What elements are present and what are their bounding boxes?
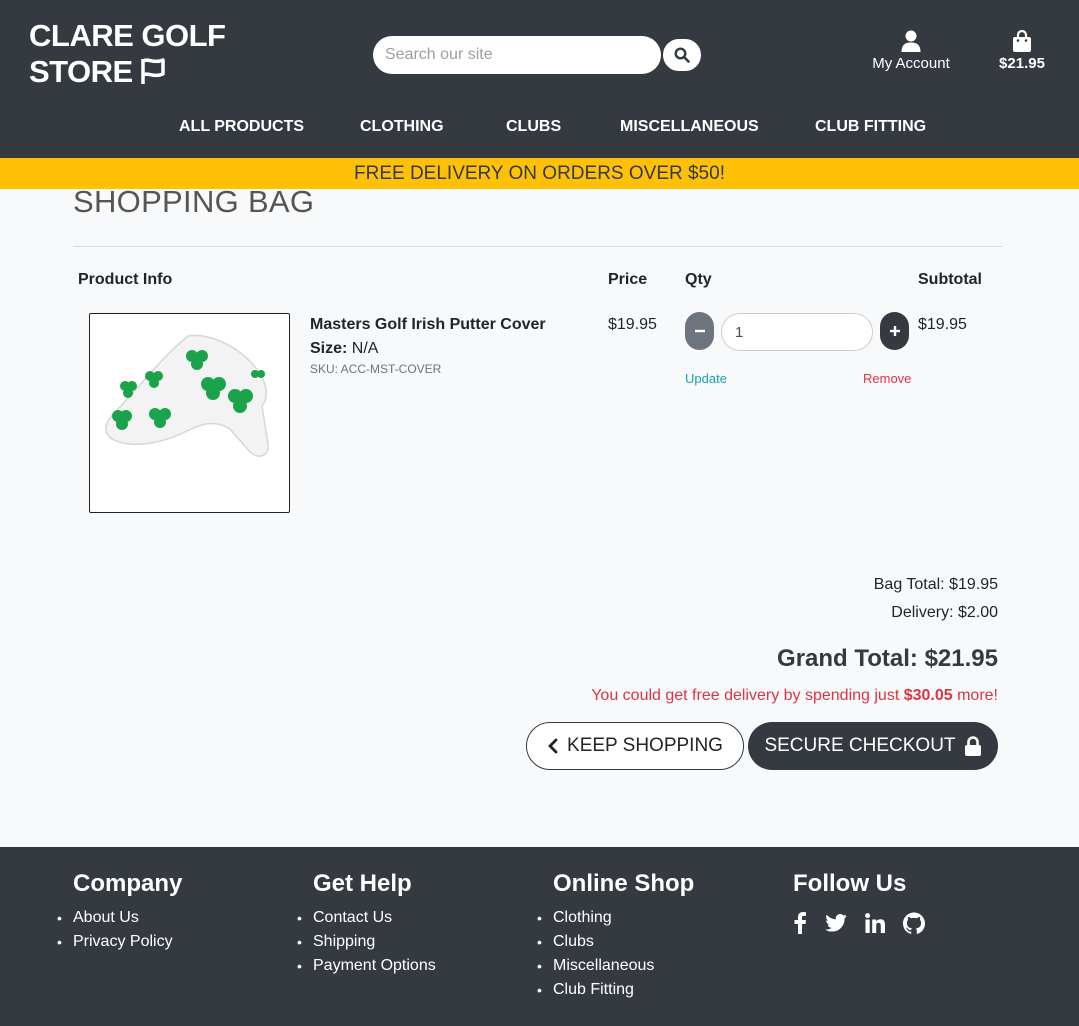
social-links bbox=[793, 912, 925, 934]
chevron-left-icon bbox=[548, 738, 558, 754]
page-title: SHOPPING BAG bbox=[73, 184, 315, 219]
secure-checkout-button[interactable]: SECURE CHECKOUT bbox=[748, 722, 998, 770]
footer-link-contact-us[interactable]: Contact Us bbox=[297, 906, 436, 930]
free-msg-amount: $30.05 bbox=[903, 687, 953, 704]
remove-link[interactable]: Remove bbox=[863, 371, 911, 386]
keep-shopping-label: KEEP SHOPPING bbox=[567, 735, 723, 756]
size-value: N/A bbox=[347, 340, 379, 357]
free-msg-suffix: more! bbox=[952, 687, 998, 704]
footer-link-about-us[interactable]: About Us bbox=[57, 906, 182, 930]
bag-total: Bag Total: $19.95 bbox=[873, 576, 998, 593]
facebook-icon[interactable] bbox=[793, 912, 807, 934]
my-account-link[interactable]: My Account bbox=[866, 30, 956, 72]
decrement-qty-button[interactable] bbox=[685, 312, 714, 350]
footer-shop: Online Shop Clothing Clubs Miscellaneous… bbox=[537, 870, 695, 1002]
divider bbox=[73, 246, 1003, 247]
footer-link-club-fitting[interactable]: Club Fitting bbox=[537, 978, 694, 1002]
footer-help: Get Help Contact Us Shipping Payment Opt… bbox=[297, 870, 436, 978]
account-label: My Account bbox=[872, 55, 950, 72]
nav-club-fitting[interactable]: CLUB FITTING bbox=[815, 118, 926, 136]
footer-company: Company About Us Privacy Policy bbox=[57, 870, 183, 954]
nav-all-products[interactable]: ALL PRODUCTS bbox=[179, 118, 304, 136]
site-footer: Company About Us Privacy Policy Get Help… bbox=[0, 847, 1079, 1026]
logo-line-2: STORE bbox=[29, 54, 133, 89]
lock-icon bbox=[964, 736, 981, 756]
quantity-input[interactable] bbox=[721, 313, 873, 351]
search-input[interactable] bbox=[373, 36, 661, 74]
cart-total: $21.95 bbox=[999, 55, 1045, 72]
product-image bbox=[89, 313, 290, 513]
footer-shop-title: Online Shop bbox=[553, 870, 695, 897]
increment-qty-button[interactable] bbox=[880, 312, 909, 350]
linkedin-icon[interactable] bbox=[865, 913, 885, 933]
header-qty: Qty bbox=[685, 271, 712, 288]
free-msg-prefix: You could get free delivery by spending … bbox=[591, 687, 904, 704]
cart-link[interactable]: $21.95 bbox=[992, 30, 1052, 72]
footer-link-clubs[interactable]: Clubs bbox=[537, 930, 694, 954]
product-subtotal: $19.95 bbox=[918, 316, 967, 333]
footer-link-payment-options[interactable]: Payment Options bbox=[297, 954, 436, 978]
size-label: Size: bbox=[310, 340, 348, 357]
footer-company-title: Company bbox=[73, 870, 183, 897]
putter-cover-image bbox=[105, 334, 269, 457]
shopping-bag-icon bbox=[1013, 30, 1031, 52]
twitter-icon[interactable] bbox=[825, 914, 847, 932]
nav-clothing[interactable]: CLOTHING bbox=[360, 118, 444, 136]
footer-follow: Follow Us bbox=[793, 870, 925, 934]
logo-line-1: CLARE GOLF bbox=[29, 18, 226, 53]
footer-follow-title: Follow Us bbox=[793, 870, 907, 897]
delivery-cost: Delivery: $2.00 bbox=[891, 604, 998, 621]
secure-checkout-label: SECURE CHECKOUT bbox=[764, 735, 956, 756]
footer-link-miscellaneous[interactable]: Miscellaneous bbox=[537, 954, 694, 978]
header-price: Price bbox=[608, 271, 648, 288]
site-header: CLARE GOLF STORE My Account $21.95 ALL P… bbox=[0, 0, 1079, 158]
search-form bbox=[373, 36, 703, 74]
product-name: Masters Golf Irish Putter Cover bbox=[310, 316, 546, 333]
footer-link-privacy-policy[interactable]: Privacy Policy bbox=[57, 930, 182, 954]
github-icon[interactable] bbox=[903, 912, 925, 934]
update-link[interactable]: Update bbox=[685, 371, 727, 386]
footer-help-title: Get Help bbox=[313, 870, 412, 897]
keep-shopping-button[interactable]: KEEP SHOPPING bbox=[526, 722, 744, 770]
site-logo[interactable]: CLARE GOLF STORE bbox=[29, 18, 226, 90]
grand-total: Grand Total: $21.95 bbox=[777, 645, 998, 672]
nav-miscellaneous[interactable]: MISCELLANEOUS bbox=[620, 118, 759, 136]
footer-link-clothing[interactable]: Clothing bbox=[537, 906, 694, 930]
minus-icon bbox=[694, 329, 705, 333]
footer-link-shipping[interactable]: Shipping bbox=[297, 930, 436, 954]
plus-icon bbox=[889, 326, 900, 336]
product-price: $19.95 bbox=[608, 316, 657, 333]
user-icon bbox=[901, 30, 921, 52]
main-nav: ALL PRODUCTS CLOTHING CLUBS MISCELLANEOU… bbox=[0, 118, 1079, 142]
search-icon bbox=[674, 47, 690, 63]
product-size: Size: N/A bbox=[310, 340, 378, 358]
header-subtotal: Subtotal bbox=[918, 271, 982, 288]
flag-icon bbox=[140, 58, 165, 84]
product-sku: SKU: ACC-MST-COVER bbox=[310, 362, 442, 376]
search-button[interactable] bbox=[661, 37, 703, 73]
header-product-info: Product Info bbox=[78, 271, 173, 288]
free-delivery-message: You could get free delivery by spending … bbox=[591, 687, 998, 705]
nav-clubs[interactable]: CLUBS bbox=[506, 118, 561, 136]
